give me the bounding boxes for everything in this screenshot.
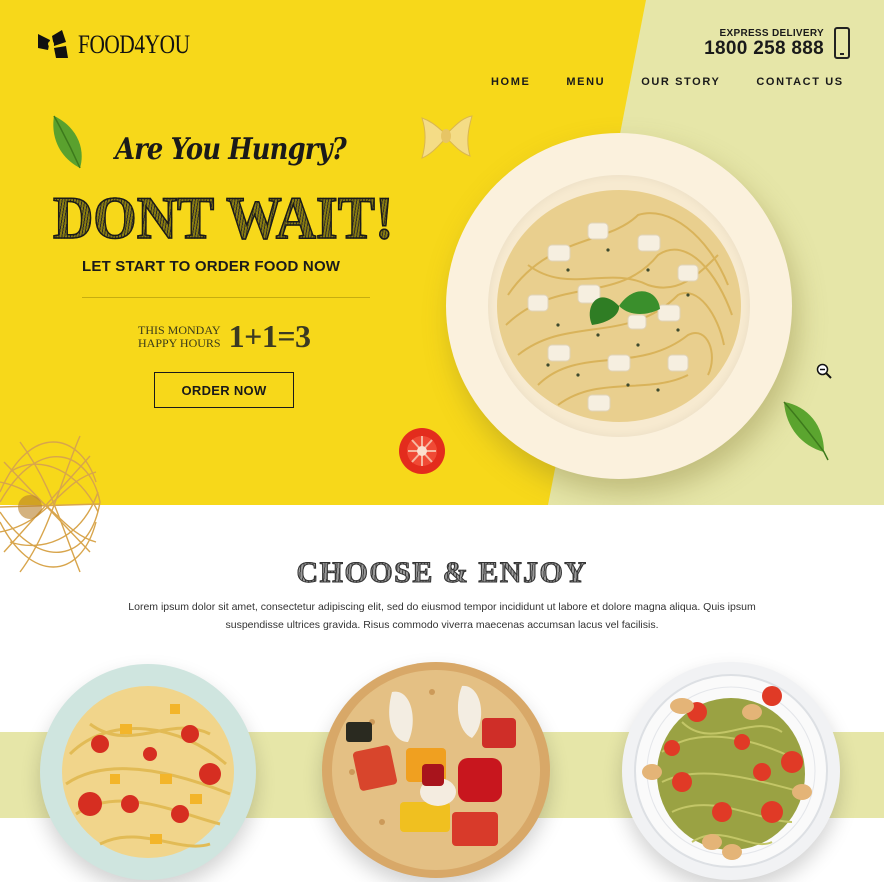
basil-leaf-decoration (783, 401, 829, 461)
main-nav: HOME MENU OUR STORY CONTACT US (491, 76, 844, 88)
section-title: CHOOSE & ENJOY (0, 556, 884, 590)
hero-banner: FOOD4YOU EXPRESS DELIVERY 1800 258 888 H… (0, 0, 884, 505)
promo-line-2: HAPPY HOURS (138, 335, 221, 350)
dish-card-zucchini-noodles[interactable] (622, 662, 840, 880)
dish-card-bruschetta[interactable] (322, 662, 550, 878)
promo-line-1: THIS MONDAY (138, 322, 221, 337)
bowtie-pasta-logo-icon (38, 30, 68, 58)
zoom-out-icon[interactable] (816, 363, 832, 379)
hero-headline: DONT WAIT! (52, 184, 394, 252)
order-now-button[interactable]: ORDER NOW (154, 372, 294, 408)
pasta-plate-image (446, 133, 792, 479)
basil-leaf-decoration (53, 115, 82, 169)
phone-number[interactable]: 1800 258 888 (704, 38, 824, 59)
spaghetti-dish-illustration (497, 190, 741, 422)
promo-offer: 1+1=3 (228, 318, 311, 354)
nav-item-menu[interactable]: MENU (566, 76, 605, 88)
dish-card-tagliatelle[interactable] (40, 664, 256, 880)
mobile-phone-icon (834, 27, 850, 59)
delivery-label: EXPRESS DELIVERY (719, 27, 824, 39)
hero-divider (82, 297, 370, 298)
section-description: Lorem ipsum dolor sit amet, consectetur … (128, 601, 756, 631)
nav-item-home[interactable]: HOME (491, 76, 530, 88)
zucchini-noodles-dish-image (634, 674, 828, 868)
nav-item-contact-us[interactable]: CONTACT US (756, 76, 843, 88)
promo-label: THIS MONDAY HAPPY HOURS (138, 322, 221, 350)
express-delivery-contact[interactable]: EXPRESS DELIVERY 1800 258 888 (704, 27, 850, 59)
nav-item-our-story[interactable]: OUR STORY (641, 76, 720, 88)
bruschetta-dish-image (332, 670, 540, 870)
tagliatelle-dish-image (62, 686, 234, 858)
farfalle-pasta-decoration (421, 115, 473, 159)
brand-name: FOOD4YOU (78, 30, 190, 59)
hero-tagline: Are You Hungry? (115, 132, 347, 167)
brand-logo[interactable]: FOOD4YOU (36, 28, 214, 62)
happy-hours-promo: THIS MONDAY HAPPY HOURS 1+1=3 (138, 318, 311, 355)
tomato-decoration (399, 428, 445, 474)
hero-subheadline: LET START TO ORDER FOOD NOW (82, 258, 341, 275)
